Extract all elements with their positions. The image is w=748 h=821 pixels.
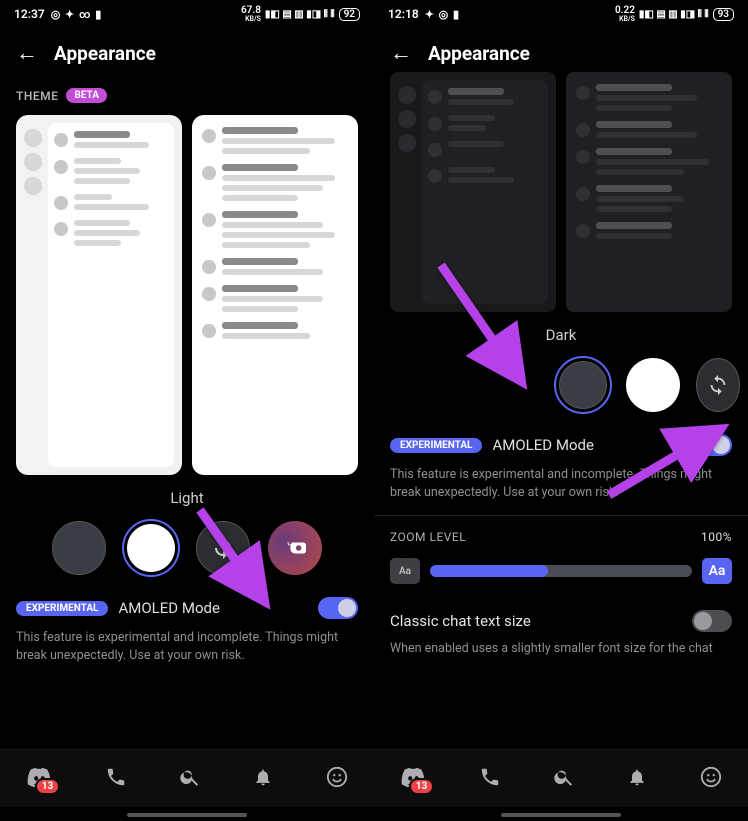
zoom-max-icon[interactable]: Aa (702, 558, 732, 584)
smiley-icon (700, 766, 722, 788)
nav-home[interactable]: 13 (26, 767, 52, 791)
sync-icon (211, 536, 235, 560)
nitro-icon (284, 539, 306, 557)
nav-badge: 13 (409, 778, 434, 795)
nav-notifications[interactable] (253, 766, 273, 792)
page-title: Appearance (54, 42, 156, 65)
battery-indicator: 92 (339, 8, 360, 21)
amoled-toggle[interactable] (318, 597, 358, 619)
search-icon (179, 766, 201, 788)
amoled-description: This feature is experimental and incompl… (374, 466, 748, 515)
back-arrow-icon[interactable]: ← (16, 40, 38, 66)
theme-swatch-dark[interactable] (554, 356, 612, 414)
zoom-min-icon[interactable]: Aa (390, 558, 420, 584)
nav-search[interactable] (553, 766, 575, 792)
status-icons: ✦ ◎ ▮ (425, 8, 460, 21)
zoom-slider[interactable] (430, 565, 692, 577)
bell-icon (253, 766, 273, 788)
selected-theme-label: Light (0, 489, 374, 507)
header: ← Appearance (374, 28, 748, 78)
theme-preview-dark-chat[interactable] (566, 72, 732, 312)
classic-chat-description: When enabled uses a slightly smaller fon… (374, 640, 748, 664)
signal-icons: ▮◧ ▤ ▥ ▮◨ ⫴ ⫴ (265, 9, 335, 20)
theme-preview-dark-sidebar[interactable] (390, 72, 556, 312)
nav-calls[interactable] (479, 766, 501, 792)
phone-icon (479, 766, 501, 788)
battery-indicator: 93 (713, 8, 734, 21)
nav-search[interactable] (179, 766, 201, 792)
smiley-icon (326, 766, 348, 788)
theme-preview-light-sidebar[interactable] (16, 115, 182, 475)
status-time: 12:18 (388, 7, 419, 21)
beta-badge: BETA (66, 88, 107, 103)
header: ← Appearance (0, 28, 374, 78)
sync-icon (707, 374, 729, 396)
status-bar: 12:37 ◎ ✦ ∞ ▮ 67.8KB/S ▮◧ ▤ ▥ ▮◨ ⫴ ⫴ 92 (0, 0, 374, 28)
theme-swatch-dark[interactable] (50, 519, 108, 577)
theme-preview-light-chat[interactable] (192, 115, 358, 475)
left-screenshot: 12:37 ◎ ✦ ∞ ▮ 67.8KB/S ▮◧ ▤ ▥ ▮◨ ⫴ ⫴ 92 … (0, 0, 374, 821)
amoled-label: AMOLED Mode (492, 436, 682, 454)
back-arrow-icon[interactable]: ← (390, 40, 412, 66)
experimental-badge: EXPERIMENTAL (16, 601, 108, 616)
classic-chat-label: Classic chat text size (390, 612, 531, 630)
nav-home[interactable]: 13 (400, 767, 426, 791)
nav-calls[interactable] (105, 766, 127, 792)
bottom-nav: 13 (0, 749, 374, 807)
theme-section-label: THEME (16, 89, 58, 103)
status-time: 12:37 (14, 7, 45, 21)
theme-swatch-sync[interactable] (694, 356, 742, 414)
zoom-value: 100% (701, 530, 732, 544)
nav-profile[interactable] (700, 766, 722, 792)
experimental-badge: EXPERIMENTAL (390, 438, 482, 453)
amoled-toggle[interactable] (692, 434, 732, 456)
classic-chat-toggle[interactable] (692, 610, 732, 632)
status-bar: 12:18 ✦ ◎ ▮ 0.22KB/S ▮◧ ▤ ▥ ▮◨ ⫴ ⫴ 93 (374, 0, 748, 28)
nav-notifications[interactable] (627, 766, 647, 792)
zoom-slider-row: Aa Aa (374, 558, 748, 604)
page-title: Appearance (428, 42, 530, 65)
right-screenshot: 12:18 ✦ ◎ ▮ 0.22KB/S ▮◧ ▤ ▥ ▮◨ ⫴ ⫴ 93 ← … (374, 0, 748, 821)
theme-swatch-light[interactable] (624, 356, 682, 414)
status-icons: ◎ ✦ ∞ ▮ (51, 8, 103, 21)
theme-previews (0, 115, 374, 475)
home-indicator (501, 813, 621, 817)
theme-swatch-light[interactable] (122, 519, 180, 577)
signal-icons: ▮◧ ▤ ▥ ▮◨ ⫴ ⫴ (639, 9, 709, 20)
bottom-nav: 13 (374, 749, 748, 807)
theme-swatches (0, 519, 374, 577)
search-icon (553, 766, 575, 788)
bell-icon (627, 766, 647, 788)
amoled-label: AMOLED Mode (118, 599, 308, 617)
theme-swatch-sync[interactable] (194, 519, 252, 577)
amoled-description: This feature is experimental and incompl… (0, 629, 374, 678)
zoom-label: ZOOM LEVEL (390, 530, 466, 544)
theme-swatch-nitro[interactable] (266, 519, 324, 577)
selected-theme-label: Dark (374, 326, 748, 344)
nav-badge: 13 (35, 778, 60, 795)
home-indicator (127, 813, 247, 817)
phone-icon (105, 766, 127, 788)
theme-swatches (374, 356, 748, 414)
theme-previews (374, 78, 748, 312)
nav-profile[interactable] (326, 766, 348, 792)
